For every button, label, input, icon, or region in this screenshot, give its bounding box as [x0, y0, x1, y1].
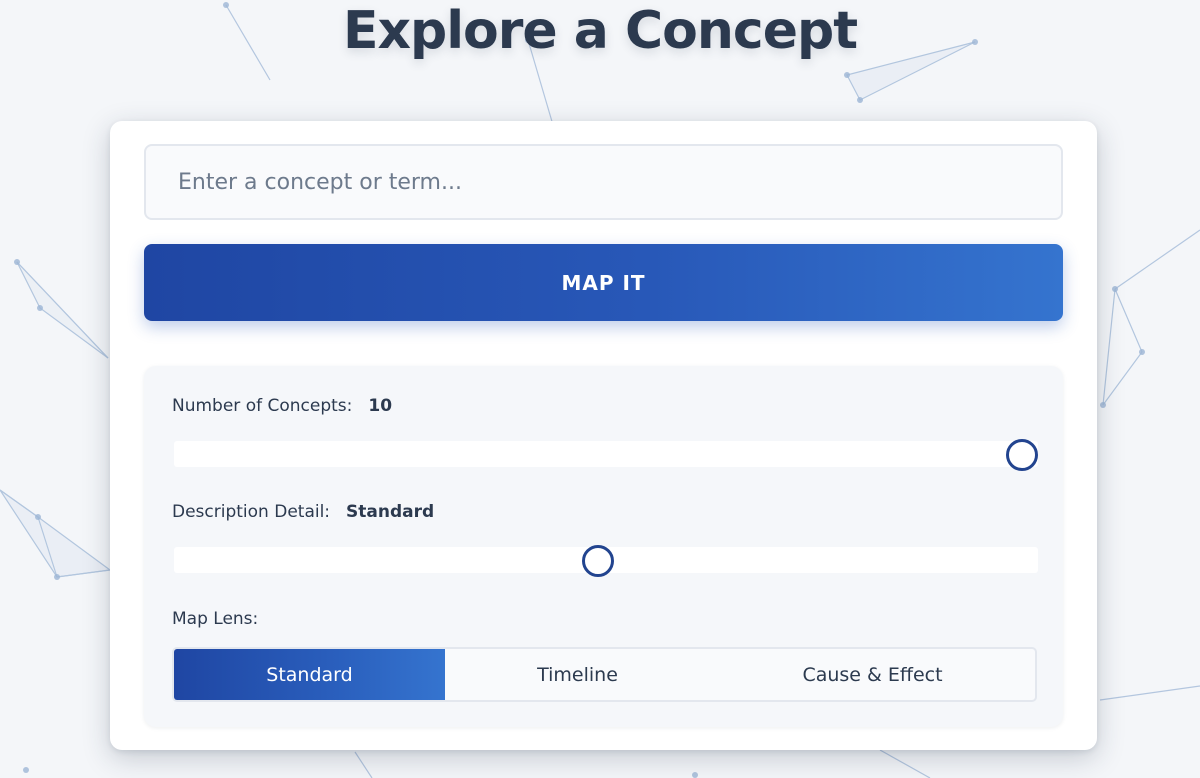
concepts-count-slider-thumb[interactable] [1006, 439, 1038, 471]
lens-timeline-button[interactable]: Timeline [445, 649, 710, 700]
concepts-count-value: 10 [368, 396, 393, 416]
map-it-button[interactable]: MAP IT [144, 244, 1063, 321]
concept-card: MAP IT Number of Concepts: 10 Description… [110, 121, 1097, 750]
map-lens-label: Map Lens: [172, 609, 259, 629]
concept-search-input[interactable] [144, 144, 1063, 220]
concepts-count-label: Number of Concepts: [172, 396, 353, 416]
options-panel: Number of Concepts: 10 Description Detail… [144, 366, 1063, 727]
description-detail-label: Description Detail: [172, 502, 331, 522]
map-lens-selector: Standard Timeline Cause & Effect [172, 647, 1037, 702]
description-detail-row: Description Detail: Standard [172, 502, 434, 522]
description-detail-slider-thumb[interactable] [582, 545, 614, 577]
concepts-count-row: Number of Concepts: 10 [172, 396, 392, 416]
page-title: Explore a Concept [342, 1, 858, 61]
lens-cause-effect-button[interactable]: Cause & Effect [710, 649, 1035, 700]
description-detail-slider[interactable] [174, 545, 1038, 577]
concepts-count-slider[interactable] [174, 439, 1038, 471]
description-detail-value: Standard [346, 502, 435, 522]
page: Explore a Concept MAP IT Number of Conce… [0, 0, 1200, 778]
lens-standard-button[interactable]: Standard [174, 649, 445, 700]
